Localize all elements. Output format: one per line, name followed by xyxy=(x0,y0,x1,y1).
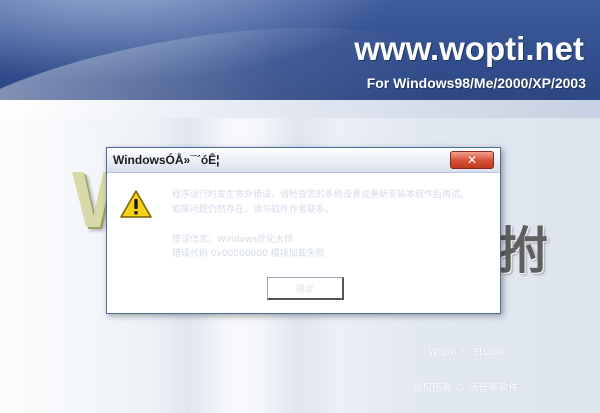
dialog-title: WindowsÓÅ»¯´óÊ¦ xyxy=(113,153,220,167)
message-line: 程序运行时发生意外错误，请检查您的系统设置或重新安装本软件后再试。 xyxy=(172,190,470,200)
platform-text: For Windows98/Me/2000/XP/2003 xyxy=(366,75,586,91)
close-icon: ✕ xyxy=(466,153,478,167)
warning-icon xyxy=(120,190,152,218)
site-url: www.wopti.net xyxy=(354,30,584,67)
copyright-line: 版权所有 © 沃普蒂软件 xyxy=(412,383,519,394)
message-line: 错误代码 0x00000000 模块加载失败 xyxy=(172,249,325,259)
message-line: 如果问题仍然存在，请与软件作者联系。 xyxy=(172,205,335,215)
message-line: 错误信息：Windows优化大师 xyxy=(172,235,294,245)
dialog-titlebar[interactable]: WindowsÓÅ»¯´óÊ¦ ✕ xyxy=(107,148,500,173)
dialog-body: 程序运行时发生意外错误，请检查您的系统设置或重新安装本软件后再试。 如果问题仍然… xyxy=(107,173,500,313)
ok-button[interactable]: 确定 xyxy=(267,277,344,300)
header-bottom-band xyxy=(0,100,600,118)
header-banner: www.wopti.net For Windows98/Me/2000/XP/2… xyxy=(0,0,600,118)
close-button[interactable]: ✕ xyxy=(450,151,494,169)
error-dialog: WindowsÓÅ»¯´óÊ¦ ✕ 程序运行时发生意外错误，请检查您的系统设置或… xyxy=(106,147,501,314)
logo-glyph: 拊 xyxy=(498,222,548,280)
copyright-line: Wopti © Studio xyxy=(428,347,505,358)
